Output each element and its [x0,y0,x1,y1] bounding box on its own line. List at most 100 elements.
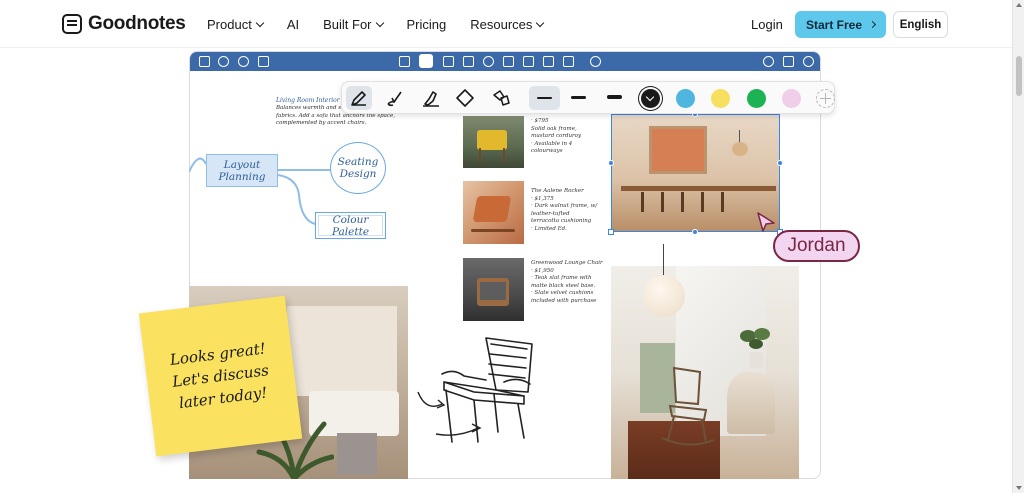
product-line: · Slate velvet cushions [531,290,594,296]
nav-item-pricing[interactable]: Pricing [407,17,447,32]
scan-icon[interactable] [399,56,410,67]
mindmap-node-colour[interactable]: Colour Palette [315,212,386,239]
more-icon[interactable] [803,56,814,67]
chair-sketch-drawing [417,337,533,443]
goodnotes-logo-icon [62,14,82,34]
nav-item-label: Pricing [406,16,447,32]
product-line: matte black steel base. [531,282,596,289]
page-scrollbar[interactable] [1012,0,1024,493]
lounge-chair-photo[interactable] [463,258,524,321]
nav-item-ai[interactable]: AI [287,17,299,32]
document-icon[interactable] [258,56,269,67]
color-swatch-yellow[interactable] [711,89,730,108]
product-line: Solid oak frame, [531,125,577,132]
laser-pointer-icon[interactable] [563,56,574,67]
eraser-icon [456,89,474,107]
product-line: terracotta cushioning [531,218,592,224]
selection-box[interactable] [611,114,780,232]
product-name: The Aalene Rocker [531,188,584,194]
lasso-icon [493,90,510,106]
shapes-icon[interactable] [483,56,494,67]
color-swatch-black[interactable] [641,89,660,108]
collaborator-name-tag: Jordan [773,230,860,262]
pendant-lamp [643,275,685,317]
lasso-tool-button[interactable] [488,86,514,110]
nav-item-label: Resources [470,16,533,32]
stroke-medium-button[interactable] [571,96,586,99]
login-link[interactable]: Login [751,17,783,32]
brand-name: Goodnotes [88,13,186,34]
chevron-down-icon [536,18,545,27]
color-swatch-blue[interactable] [676,89,695,108]
language-button[interactable]: English [893,11,948,38]
resize-handle[interactable] [692,229,698,235]
product-line: · $1,950 [531,267,554,274]
sticker-icon[interactable] [523,56,534,67]
nav-item-built-for[interactable]: Built For [323,16,384,32]
nav-item-label: Built For [323,16,372,32]
microphone-icon[interactable] [590,56,601,67]
image-icon[interactable] [503,56,514,67]
color-swatch-green[interactable] [747,89,766,108]
product-line: · Limited Ed. [531,225,567,232]
product-line: included with purchase [531,297,597,304]
mindmap-node-layout[interactable]: Layout Planning [206,154,278,187]
lamp-cord [663,244,664,276]
highlighter-icon [423,91,439,107]
start-free-button[interactable]: Start Free [795,11,886,38]
chevron-down-icon [375,18,384,27]
nav-item-label: Product [207,16,252,32]
product-line: · Available in 4 colourways [531,140,573,155]
search-icon[interactable] [218,56,229,67]
resize-handle[interactable] [777,160,783,166]
brush-tool-button[interactable] [382,86,408,110]
mindmap-node-seating[interactable]: Seating Design [330,142,386,194]
scroll-up-arrow-icon[interactable] [1016,3,1022,7]
nav-item-resources[interactable]: Resources [470,16,545,32]
scroll-thumb[interactable] [1016,56,1022,96]
pen-tool-button[interactable] [346,86,372,110]
color-swatch-pink[interactable] [782,89,801,108]
sticky-note-text: Looks great! Let's discuss later today! [163,337,278,416]
nav-links: Product AI Built For Pricing Resources [207,0,567,48]
rocker-chair-photo[interactable] [463,181,524,244]
nav-item-product[interactable]: Product [207,16,265,32]
nav-item-label: AI [286,16,300,32]
pen-icon [351,91,366,106]
eraser-tool-button[interactable] [452,86,478,110]
app-toolbar [190,52,820,71]
rocking-chair-sketch [661,366,715,446]
product-line: · Dark walnut frame, w/ [531,203,598,209]
stroke-thin-icon [537,97,552,99]
product-note-3: Greenwood Lounge Chair · $1,950 · Teak s… [531,260,606,305]
add-page-icon[interactable] [763,56,774,67]
brand-logo[interactable]: Goodnotes [62,13,186,35]
scroll-down-arrow-icon[interactable] [1016,486,1022,490]
share-icon[interactable] [238,56,249,67]
resize-handle[interactable] [608,160,614,166]
product-line: leather-tufted [531,210,570,217]
drawing-tool-palette [341,81,835,114]
chevron-down-icon [255,18,265,27]
sticky-note-message: Looks great! Let's discuss later today! [168,339,270,413]
collaborator-cursor-icon [757,212,775,232]
text-box-icon[interactable] [463,56,474,67]
sticky-note[interactable]: Looks great! Let's discuss later today! [138,295,303,457]
resize-handle[interactable] [608,229,614,235]
yellow-chair-photo[interactable] [463,116,524,168]
export-icon[interactable] [783,56,794,67]
brush-icon [387,91,402,107]
highlighter-tool-button[interactable] [418,86,444,110]
add-color-icon[interactable] [816,89,835,108]
product-line: mustard corduroy [531,133,582,139]
product-name: Greenwood Lounge Chair [531,260,603,266]
chevron-right-icon [868,20,877,29]
top-navigation: Goodnotes Product AI Built For Pricing R… [0,0,1012,48]
chevron-down-icon [645,92,655,102]
product-line: · $1,375 [531,195,554,202]
stroke-thick-button[interactable] [607,95,622,99]
note-icon[interactable] [543,56,554,67]
sidebar-icon[interactable] [199,56,210,67]
pen-tool-icon[interactable] [419,54,433,68]
eraser-icon[interactable] [443,56,454,67]
